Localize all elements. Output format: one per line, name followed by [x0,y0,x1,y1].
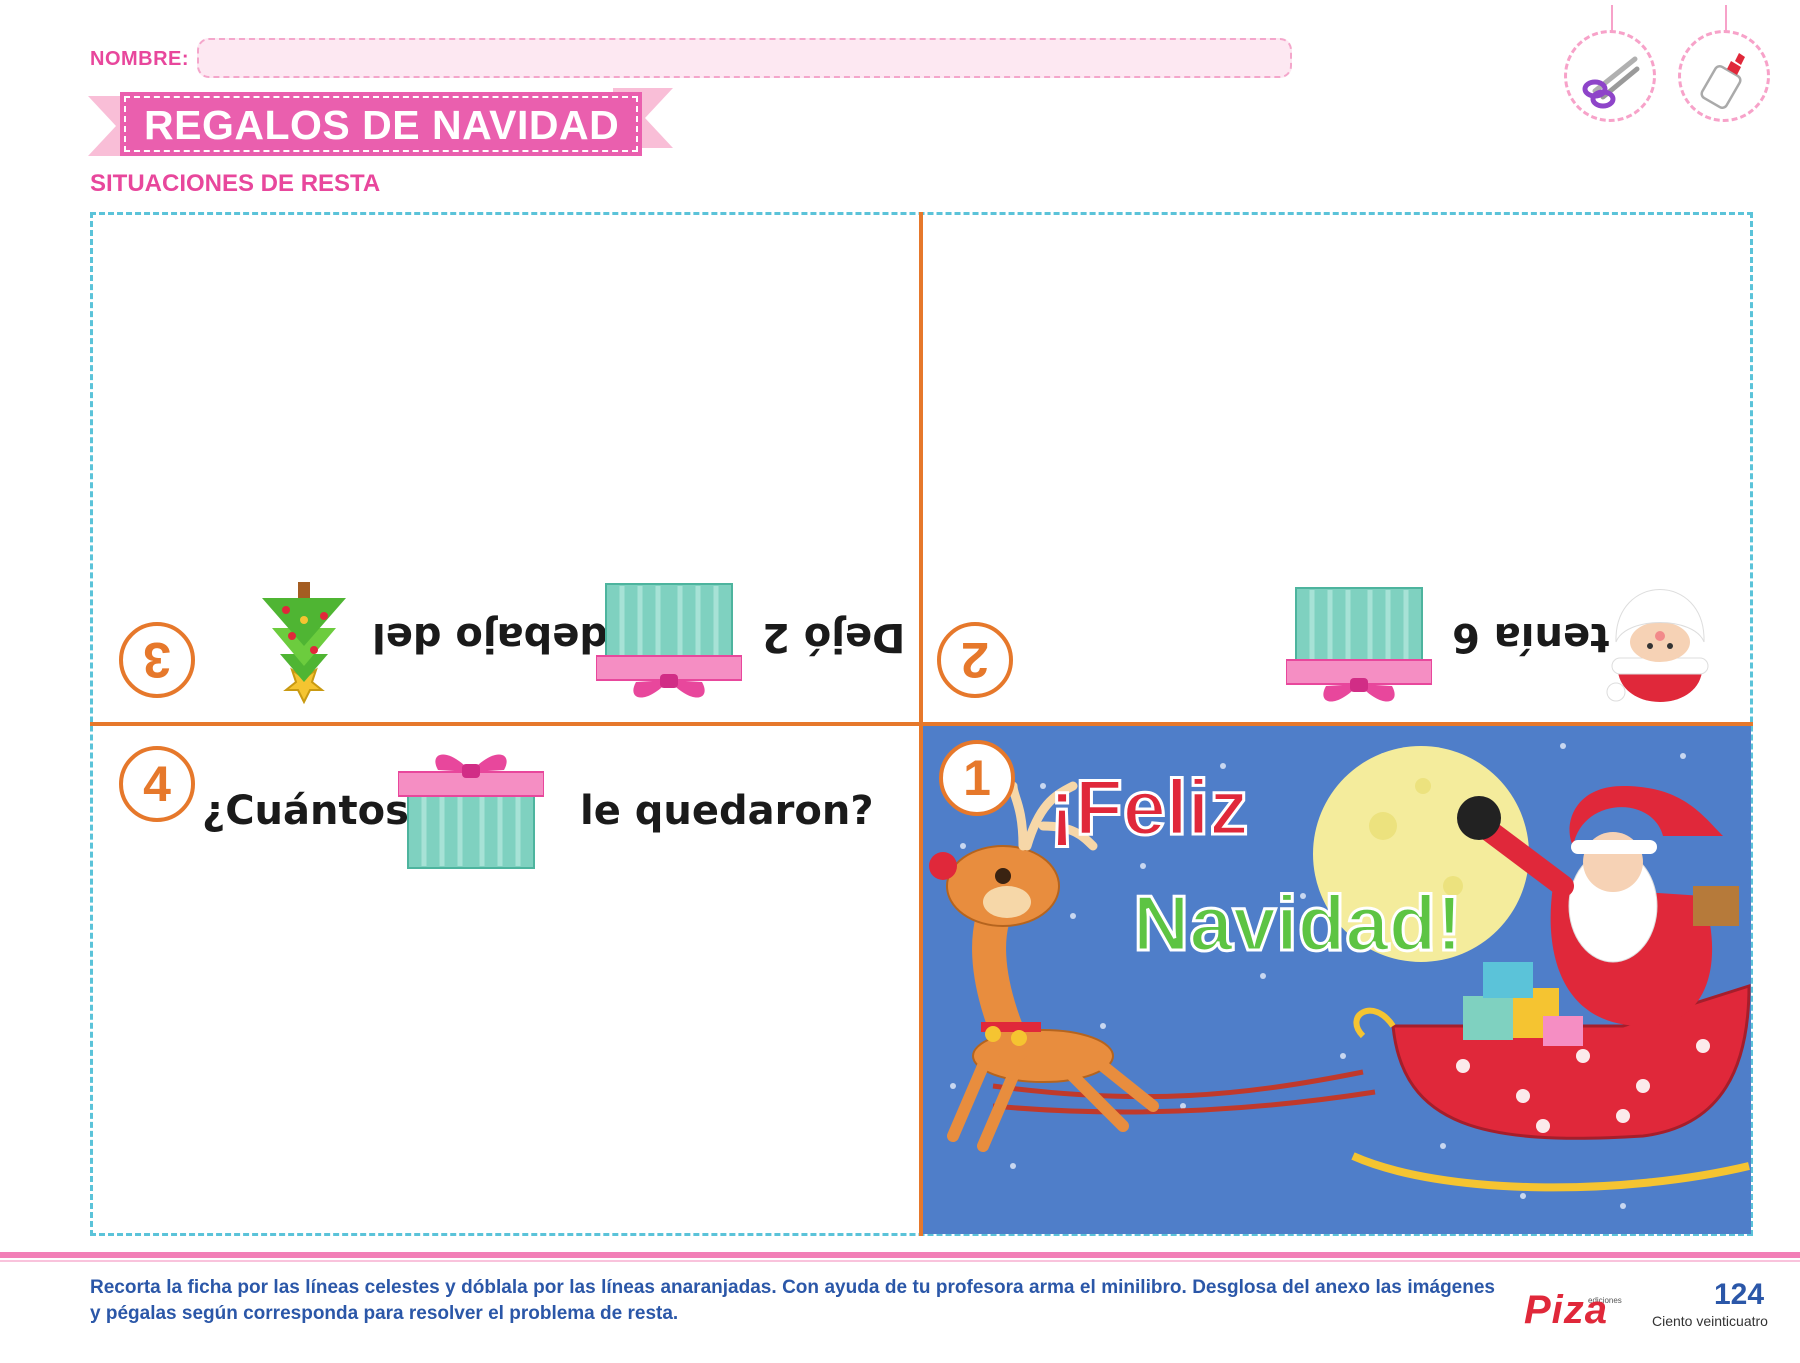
christmas-tree-icon [262,582,346,705]
page-number-words: Ciento veinticuatro [1652,1313,1768,1329]
instructions-text: Recorta la ficha por las líneas celestes… [90,1277,1495,1324]
panel-4-text-b: le quedaron? [580,788,874,834]
title-banner: REGALOS DE NAVIDAD [88,88,673,158]
name-label: NOMBRE: [90,48,190,70]
panel-4-number: 4 [119,746,195,822]
page-title: REGALOS DE NAVIDAD [144,102,620,148]
footer-divider [0,1252,1800,1258]
glue-badge [1678,5,1770,122]
santa-face-icon [1606,589,1709,702]
page-subtitle: SITUACIONES DE RESTA [90,170,381,197]
gift-icon [398,754,544,869]
brand-logo: Piza [1524,1288,1609,1332]
name-field[interactable] [197,38,1292,78]
panel-3-number: 3 [119,622,195,698]
hanging-string [1725,5,1727,33]
panel-4-text-a: ¿Cuántos [202,788,409,834]
scissors-badge [1564,5,1656,122]
scissors-icon [1582,56,1640,109]
page-number: 124 [1714,1278,1765,1311]
greeting-line-2: Navidad! [1131,878,1463,969]
footer-divider-thin [0,1260,1800,1262]
panel-2-text: tenía 6 [1452,614,1610,660]
greeting-line-1: ¡Feliz [1047,762,1249,853]
hanging-string [1611,5,1613,33]
gift-icon [1286,587,1432,702]
santa-sleigh-illustration [929,743,1751,1209]
gift-icon [596,583,742,698]
glue-icon [1700,53,1745,109]
panel-3-text-a: Dejó 2 [762,614,906,660]
panel-3-text-b: debajo del [372,614,608,660]
cover-scene: 1 ¡Feliz Navidad! [923,726,1751,1234]
panel-2-number: 2 [937,622,1013,698]
panel-1-number: 1 [939,740,1015,816]
